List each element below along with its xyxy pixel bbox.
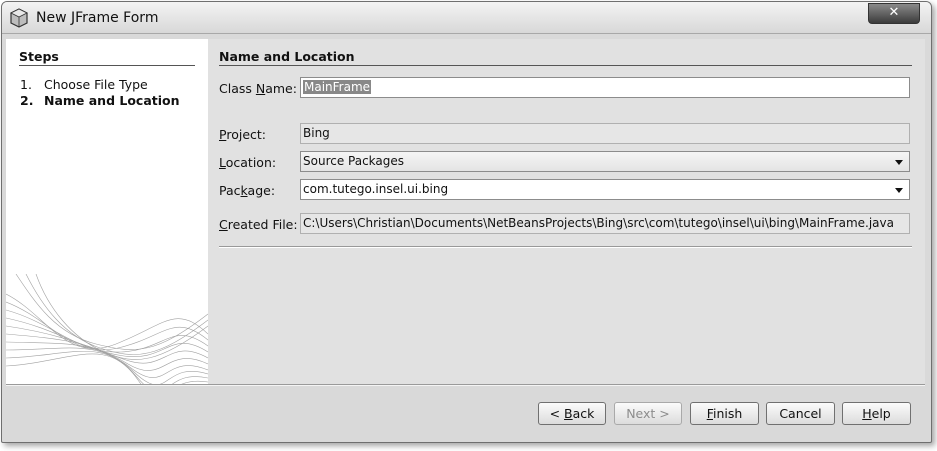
class-name-value: MainFrame	[303, 80, 372, 94]
form-bottom-divider-highlight	[219, 247, 912, 248]
steps-title: Steps	[19, 49, 59, 64]
form-panel: Name and Location Class Name: MainFrame …	[208, 39, 925, 384]
package-label: Package:	[219, 183, 276, 198]
step-number: 1.	[20, 77, 32, 92]
back-button[interactable]: < Back	[538, 402, 606, 425]
project-value: Bing	[303, 126, 330, 140]
cancel-button[interactable]: Cancel	[766, 402, 835, 425]
project-field: Bing	[300, 123, 910, 144]
location-dropdown[interactable]: Source Packages	[300, 151, 910, 172]
title-bar[interactable]: New JFrame Form ✕	[2, 2, 931, 34]
class-name-label: Class Name:	[219, 81, 297, 96]
step-name-and-location: 2. Name and Location	[20, 93, 180, 108]
close-button[interactable]: ✕	[868, 3, 920, 24]
step-label: Name and Location	[44, 93, 180, 108]
chevron-down-icon	[895, 188, 903, 193]
package-combobox[interactable]: com.tutego.insel.ui.bing	[300, 179, 910, 200]
decorative-swirl-image	[6, 274, 208, 384]
created-file-field: C:\Users\Christian\Documents\NetBeansPro…	[300, 213, 910, 234]
finish-button[interactable]: Finish	[690, 402, 759, 425]
chevron-down-icon	[895, 160, 903, 165]
netbeans-cube-icon	[10, 8, 28, 28]
section-title: Name and Location	[219, 49, 355, 64]
section-divider	[219, 65, 912, 66]
steps-divider	[19, 65, 195, 66]
help-button[interactable]: Help	[842, 402, 911, 425]
class-name-input[interactable]: MainFrame	[300, 77, 910, 98]
step-choose-file-type: 1. Choose File Type	[20, 77, 148, 92]
project-label: Project:	[219, 127, 266, 142]
steps-panel: Steps 1. Choose File Type 2. Name and Loca…	[6, 39, 208, 384]
location-value: Source Packages	[303, 154, 405, 168]
package-value: com.tutego.insel.ui.bing	[303, 182, 449, 196]
created-file-label: Created File:	[219, 217, 298, 232]
next-button[interactable]: Next >	[614, 402, 682, 425]
button-area-divider-highlight	[6, 385, 925, 386]
step-label: Choose File Type	[44, 77, 148, 92]
window-title: New JFrame Form	[36, 10, 159, 26]
step-number: 2.	[20, 93, 34, 108]
close-icon: ✕	[888, 5, 900, 20]
dialog-window: New JFrame Form ✕ Steps 1. Choose File Ty…	[1, 1, 932, 443]
location-label: Location:	[219, 155, 277, 170]
created-file-value: C:\Users\Christian\Documents\NetBeansPro…	[303, 216, 894, 230]
